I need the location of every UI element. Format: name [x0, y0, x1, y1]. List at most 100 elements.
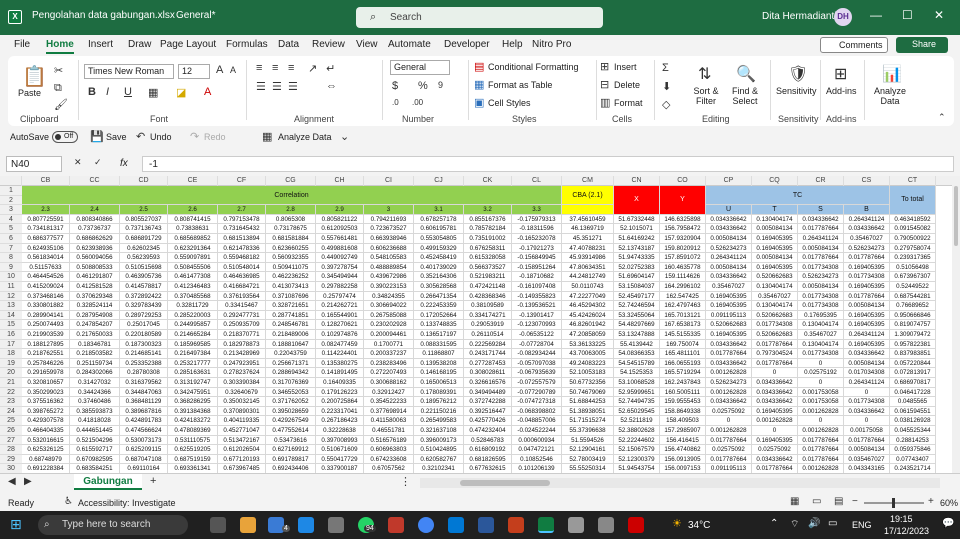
data-cell[interactable]: 0.222453359: [414, 301, 464, 311]
merge-center-icon[interactable]: ⇔: [326, 80, 337, 92]
data-cell[interactable]: 0.472421148: [464, 282, 512, 292]
data-cell[interactable]: 0.413073413: [266, 282, 316, 292]
fill-color-icon[interactable]: ◪: [176, 86, 186, 99]
data-cell[interactable]: 0.461477308: [168, 272, 218, 282]
data-cell[interactable]: -0.161097408: [512, 282, 562, 292]
data-cell[interactable]: 37.45610459: [562, 214, 614, 225]
data-cell[interactable]: 0.326616576: [464, 378, 512, 388]
data-cell[interactable]: 0.16409335: [316, 378, 364, 388]
shrink-font-icon[interactable]: A: [230, 65, 236, 75]
data-cell[interactable]: 0.179126223: [316, 387, 364, 398]
cancel-icon[interactable]: ✕: [74, 157, 82, 168]
data-cell[interactable]: 50.67732356: [562, 378, 614, 388]
data-cell[interactable]: -0.175979313: [512, 214, 562, 225]
page-layout-icon[interactable]: ▭: [812, 496, 821, 507]
tab-file[interactable]: File: [14, 39, 30, 50]
tc-header[interactable]: TC: [706, 186, 890, 206]
office-icon[interactable]: [388, 517, 404, 533]
sub-header[interactable]: 3.3: [512, 205, 562, 215]
data-cell[interactable]: -0.077290789: [512, 387, 562, 398]
tab-insert[interactable]: Insert: [88, 39, 113, 50]
data-cell[interactable]: 0.395028659: [266, 406, 316, 417]
data-cell[interactable]: 0.182978873: [218, 339, 266, 350]
data-cell[interactable]: 0.330801882: [22, 301, 70, 311]
data-cell[interactable]: 0.178089391: [414, 387, 464, 398]
data-cell[interactable]: 0.034336642: [706, 272, 752, 282]
data-cell[interactable]: 0.165544901: [316, 310, 364, 321]
data-cell[interactable]: 0.1700771: [364, 339, 414, 350]
data-cell[interactable]: 0.681581884: [266, 234, 316, 244]
data-cell[interactable]: 0.32912427: [364, 387, 414, 398]
data-cell[interactable]: 0.188810647: [266, 339, 316, 350]
browser-icon[interactable]: [268, 517, 284, 533]
data-cell[interactable]: 50.0110743: [562, 282, 614, 292]
data-cell[interactable]: 0.017734308: [798, 349, 844, 359]
data-cell[interactable]: 0.723673527: [364, 224, 414, 234]
vertical-scrollbar[interactable]: [952, 176, 960, 490]
sheet-nav-right-icon[interactable]: ▶: [24, 476, 32, 487]
data-cell[interactable]: 53.32455064: [614, 310, 660, 321]
font-color-icon[interactable]: A: [204, 86, 211, 98]
data-cell[interactable]: 0.510548014: [218, 262, 266, 273]
data-cell[interactable]: 0.461291807: [70, 272, 120, 282]
data-cell[interactable]: 0.521504296: [70, 435, 120, 446]
data-cell[interactable]: 0.213428969: [218, 349, 266, 359]
more-options-icon[interactable]: ⋮: [400, 475, 411, 488]
data-cell[interactable]: 0.185969585: [168, 339, 218, 350]
data-cell[interactable]: 0.188127895: [22, 339, 70, 350]
conditional-formatting-button[interactable]: Conditional Formatting: [488, 62, 579, 72]
data-cell[interactable]: 0.169405395: [844, 282, 890, 292]
data-cell[interactable]: 0.18346781: [70, 339, 120, 350]
data-cell[interactable]: 52.12904161: [562, 445, 614, 455]
data-cell[interactable]: 0.35467027: [706, 282, 752, 292]
data-cell[interactable]: 0.28780308: [120, 368, 168, 378]
row-header[interactable]: 12: [0, 291, 22, 302]
sub-header[interactable]: 2.3: [22, 205, 70, 215]
data-cell[interactable]: 0.218370771: [218, 330, 266, 340]
row-header[interactable]: 20: [0, 368, 22, 378]
data-cell[interactable]: 0.091545082: [890, 224, 936, 234]
row-header[interactable]: 13: [0, 301, 22, 311]
data-cell[interactable]: 0.247854207: [70, 320, 120, 330]
data-cell[interactable]: 0.477552614: [266, 426, 316, 436]
data-cell[interactable]: 0.320810657: [22, 378, 70, 388]
data-cell[interactable]: -0.165232078: [512, 234, 562, 244]
data-cell[interactable]: 0.091195113: [706, 310, 752, 321]
data-cell[interactable]: 0.35467027: [752, 291, 798, 302]
normal-view-icon[interactable]: ▦: [790, 496, 799, 507]
data-cell[interactable]: 0.035467027: [844, 454, 890, 465]
data-cell[interactable]: 0.038126928: [890, 416, 936, 426]
number-format-select[interactable]: General: [390, 60, 450, 75]
data-cell[interactable]: 0.560932355: [266, 253, 316, 263]
data-cell[interactable]: 165.7013121: [660, 310, 706, 321]
data-cell[interactable]: 0.17695395: [798, 310, 844, 321]
data-cell[interactable]: 0.017787664: [844, 435, 890, 446]
add-sheet-button[interactable]: +: [150, 475, 156, 487]
data-cell[interactable]: 0.059375846: [890, 445, 936, 455]
data-cell[interactable]: 0.625519205: [168, 445, 218, 455]
data-cell[interactable]: 52.10053183: [562, 368, 614, 378]
data-cell[interactable]: 0.623660255: [266, 243, 316, 254]
data-cell[interactable]: 0.017734308: [752, 320, 798, 330]
data-cell[interactable]: 0.264341124: [798, 234, 844, 244]
data-cell[interactable]: 0.214685141: [120, 349, 168, 359]
data-cell[interactable]: 0.411580063: [364, 416, 414, 426]
data-cell[interactable]: 0.346552053: [266, 387, 316, 398]
comments-button[interactable]: Comments: [820, 37, 888, 53]
data-cell[interactable]: 0.00175058: [844, 426, 890, 436]
data-cell[interactable]: 0.463418592: [890, 214, 936, 225]
undo-button[interactable]: Undo: [150, 132, 172, 142]
data-cell[interactable]: 0.017787664: [844, 291, 890, 302]
data-cell[interactable]: 0.673967307: [890, 272, 936, 282]
row-header[interactable]: 24: [0, 406, 22, 417]
data-cell[interactable]: 0.32640679: [218, 387, 266, 398]
fill-icon[interactable]: ⬇: [662, 80, 671, 93]
data-cell[interactable]: -0.18710682: [512, 272, 562, 282]
row-header[interactable]: 25: [0, 416, 22, 426]
data-cell[interactable]: 0.526234273: [844, 243, 890, 254]
row-header[interactable]: 14: [0, 310, 22, 321]
data-cell[interactable]: 0.218503582: [70, 349, 120, 359]
data-cell[interactable]: 0.559097891: [168, 253, 218, 263]
data-cell[interactable]: 0.526234273: [706, 243, 752, 254]
data-cell[interactable]: 0.005084134: [706, 234, 752, 244]
